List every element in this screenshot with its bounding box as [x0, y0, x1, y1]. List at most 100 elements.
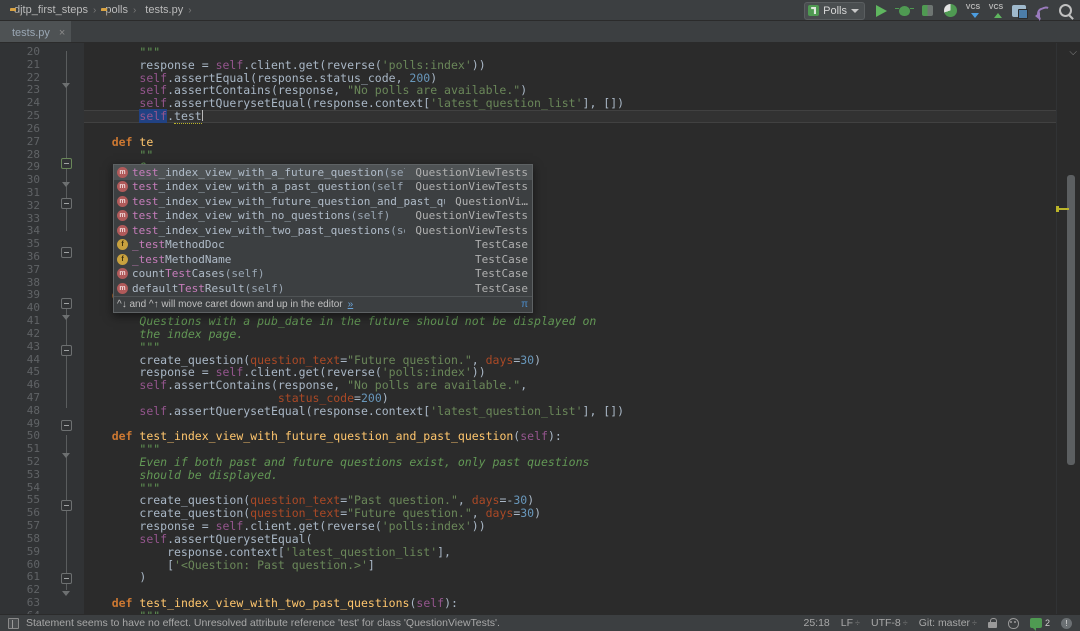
- editor-marker-bar[interactable]: ⌵: [1056, 43, 1080, 614]
- code-line[interactable]: def test_index_view_with_two_past_questi…: [84, 597, 1056, 610]
- completion-hint-more-link[interactable]: »: [348, 299, 354, 310]
- vcs-update-icon: VCS: [966, 4, 981, 18]
- editor-scrollbar-thumb[interactable]: [1067, 175, 1075, 465]
- vcs-diff-button[interactable]: [1008, 1, 1030, 21]
- debug-button[interactable]: [893, 1, 915, 21]
- completion-item[interactable]: m defaultTestResult(self) TestCase: [114, 281, 532, 296]
- completion-pi-icon[interactable]: π: [521, 299, 528, 310]
- field-icon: f: [117, 239, 128, 251]
- completion-item[interactable]: m test_index_view_with_a_past_question(se…: [114, 180, 532, 195]
- completion-item[interactable]: m test_index_view_with_no_questions(self)…: [114, 209, 532, 224]
- completion-item[interactable]: m test_index_view_with_future_question_an…: [114, 194, 532, 209]
- code-line[interactable]: self.assertQuerysetEqual(response.contex…: [84, 97, 1056, 110]
- line-number: 20: [26, 45, 40, 58]
- method-icon: m: [117, 282, 128, 294]
- inspection-icon[interactable]: [8, 617, 19, 629]
- completion-item-name: test_index_view_with_two_past_questions(…: [132, 223, 405, 237]
- breadcrumb-item-project[interactable]: djtp_first_steps: [6, 1, 92, 20]
- code-folding-column[interactable]: [46, 43, 84, 614]
- line-number: 53: [26, 467, 40, 481]
- line-number: 58: [26, 531, 40, 545]
- method-icon: m: [117, 268, 128, 280]
- completion-item-type: TestCase: [475, 252, 528, 266]
- completion-item[interactable]: f _testMethodName TestCase: [114, 252, 532, 267]
- vcs-rollback-button[interactable]: [1031, 1, 1053, 21]
- bug-icon: [894, 5, 914, 16]
- line-number: 32: [26, 198, 40, 212]
- code-line[interactable]: response = self.client.get(reverse('poll…: [84, 58, 1056, 72]
- caret-position[interactable]: 25:18: [803, 617, 829, 629]
- editor-tab-strip: tests.py ×: [0, 21, 1080, 43]
- code-line[interactable]: ): [84, 571, 1056, 584]
- run-button[interactable]: [870, 1, 892, 21]
- notification-icon[interactable]: [1061, 617, 1072, 629]
- git-branch-selector[interactable]: Git: master ÷: [919, 617, 977, 629]
- code-line[interactable]: self.test: [84, 109, 1056, 125]
- completion-item-type: TestCase: [475, 238, 528, 252]
- line-number: 25: [26, 109, 40, 123]
- tab-label: tests.py: [12, 26, 50, 39]
- completion-item-name: test_index_view_with_future_question_and…: [132, 194, 445, 208]
- event-log-button[interactable]: 2: [1029, 618, 1050, 631]
- line-number: 42: [26, 326, 40, 340]
- vcs-commit-button[interactable]: VCS: [985, 1, 1007, 21]
- code-line[interactable]: """: [84, 340, 1056, 354]
- line-number: 41: [26, 314, 40, 328]
- completion-item[interactable]: m test_index_view_with_a_future_question(…: [114, 165, 532, 180]
- completion-item-type: QuestionViewTests: [415, 209, 528, 223]
- method-icon: m: [117, 166, 128, 178]
- collapse-all-icon[interactable]: ⌵: [1069, 47, 1077, 58]
- code-line[interactable]: ['<Question: Past question.>']: [84, 558, 1056, 572]
- breadcrumb-item-polls[interactable]: polls: [97, 1, 132, 20]
- editor-gutter[interactable]: 20 21 22 23 24 25 26 27 28 29 30 31 32 33 34 35 36 37 38 39…: [0, 43, 84, 614]
- code-completion-popup[interactable]: m test_index_view_with_a_future_question(…: [113, 164, 533, 313]
- coverage-icon: [921, 5, 933, 16]
- line-separator-selector[interactable]: LF ÷: [841, 617, 860, 629]
- code-line[interactable]: the index page.: [84, 327, 1056, 341]
- profile-button[interactable]: [939, 1, 961, 21]
- line-number: 52: [26, 455, 40, 468]
- breadcrumb-label: djtp_first_steps: [14, 4, 88, 16]
- code-line[interactable]: [84, 123, 1056, 136]
- completion-item[interactable]: f _testMethodDoc TestCase: [114, 238, 532, 253]
- code-editor[interactable]: 20 21 22 23 24 25 26 27 28 29 30 31 32 33 34 35 36 37 38 39…: [0, 43, 1080, 614]
- method-icon: m: [117, 210, 128, 222]
- run-config-label: Polls: [823, 4, 847, 17]
- search-icon: [1058, 4, 1072, 17]
- encoding-selector[interactable]: UTF-8 ÷: [871, 617, 908, 629]
- diff-icon: [1012, 4, 1028, 19]
- search-everywhere-button[interactable]: [1054, 1, 1076, 21]
- completion-item[interactable]: m test_index_view_with_two_past_questions…: [114, 223, 532, 238]
- code-line[interactable]: response = self.client.get(reverse('poll…: [84, 520, 1056, 533]
- completion-item-name: test_index_view_with_a_past_question(sel…: [132, 180, 405, 194]
- code-line[interactable]: def te: [84, 135, 1056, 149]
- code-line[interactable]: self.assertQuerysetEqual(: [84, 532, 1056, 546]
- completion-item-type: TestCase: [475, 267, 528, 281]
- completion-item-type: QuestionViewTests: [415, 223, 528, 237]
- code-line[interactable]: self.assertQuerysetEqual(response.contex…: [84, 404, 1056, 418]
- source-code[interactable]: """ response = self.client.get(reverse('…: [84, 46, 1056, 614]
- completion-item-name: _testMethodDoc: [132, 238, 225, 252]
- breadcrumb-separator: ›: [188, 4, 192, 16]
- line-number: 26: [26, 121, 40, 135]
- run-with-coverage-button[interactable]: [916, 1, 938, 21]
- lock-icon[interactable]: [987, 618, 997, 628]
- line-number: 47: [26, 390, 40, 404]
- profiler-icon: [943, 4, 957, 17]
- line-number: 59: [26, 544, 40, 558]
- code-line[interactable]: "": [84, 148, 1056, 162]
- power-save-icon[interactable]: [1007, 617, 1019, 629]
- editor-tab-tests-py[interactable]: tests.py ×: [0, 21, 72, 42]
- chevron-down-icon: [851, 8, 859, 13]
- run-configuration-selector[interactable]: Polls: [804, 1, 865, 20]
- breadcrumb-item-file[interactable]: tests.py: [137, 1, 187, 20]
- completion-item[interactable]: m countTestCases(self) TestCase: [114, 267, 532, 282]
- code-line[interactable]: def test_index_view_with_future_question…: [84, 430, 1056, 443]
- code-line[interactable]: should be displayed.: [84, 468, 1056, 482]
- vcs-commit-icon: VCS: [989, 4, 1004, 18]
- vcs-update-button[interactable]: VCS: [962, 1, 984, 21]
- line-number-column: 20 21 22 23 24 25 26 27 28 29 30 31 32 33 34 35 36 37 38 39…: [0, 43, 46, 614]
- completion-item-name: countTestCases(self): [132, 267, 265, 281]
- method-icon: m: [117, 181, 128, 193]
- close-icon[interactable]: ×: [59, 27, 65, 39]
